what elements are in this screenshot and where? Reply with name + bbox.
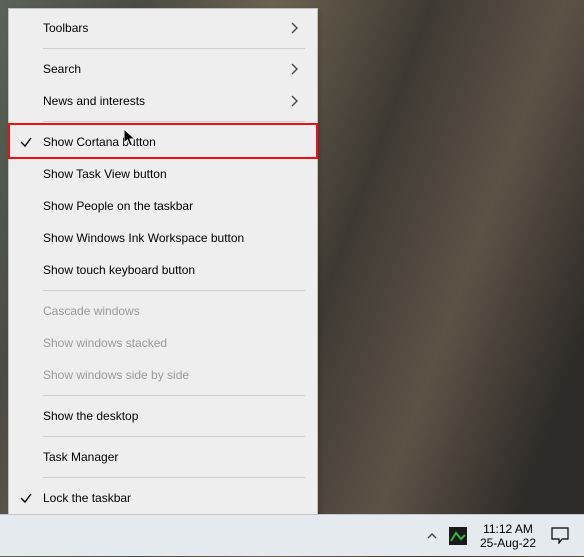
- menu-item-label: Show windows stacked: [43, 336, 283, 350]
- menu-item-label: Search: [43, 62, 283, 76]
- menu-item-label: Show People on the taskbar: [43, 199, 283, 213]
- taskbar-time: 11:12 AM: [480, 522, 536, 536]
- menu-item-label: Lock the taskbar: [43, 491, 283, 505]
- chevron-right-icon: [283, 63, 305, 75]
- check-icon: [9, 135, 43, 149]
- menu-item-show-people-on-the-taskbar[interactable]: Show People on the taskbar: [9, 190, 317, 222]
- menu-item-label: Cascade windows: [43, 304, 283, 318]
- taskbar: 11:12 AM 25-Aug-22: [0, 514, 584, 556]
- menu-item-label: News and interests: [43, 94, 283, 108]
- menu-item-label: Show windows side by side: [43, 368, 283, 382]
- menu-item-show-task-view-button[interactable]: Show Task View button: [9, 158, 317, 190]
- action-center-icon[interactable]: [546, 515, 574, 557]
- menu-item-toolbars[interactable]: Toolbars: [9, 12, 317, 44]
- menu-item-label: Task Manager: [43, 450, 283, 464]
- tray-chevron-icon[interactable]: [420, 515, 444, 557]
- menu-separator: [43, 395, 305, 396]
- menu-separator: [43, 477, 305, 478]
- menu-item-show-windows-stacked: Show windows stacked: [9, 327, 317, 359]
- tray-app-icon[interactable]: [446, 515, 470, 557]
- menu-item-label: Show the desktop: [43, 409, 283, 423]
- menu-item-show-cortana-button[interactable]: Show Cortana button: [9, 126, 317, 158]
- menu-item-show-windows-side-by-side: Show windows side by side: [9, 359, 317, 391]
- menu-separator: [43, 436, 305, 437]
- menu-item-label: Show Task View button: [43, 167, 283, 181]
- menu-item-search[interactable]: Search: [9, 53, 317, 85]
- menu-item-label: Show Windows Ink Workspace button: [43, 231, 283, 245]
- menu-separator: [43, 48, 305, 49]
- check-icon: [9, 491, 43, 505]
- menu-separator: [43, 121, 305, 122]
- menu-item-task-manager[interactable]: Task Manager: [9, 441, 317, 473]
- menu-separator: [43, 290, 305, 291]
- taskbar-context-menu: Toolbars Search News and interests Show Cor…: [8, 8, 318, 550]
- taskbar-clock[interactable]: 11:12 AM 25-Aug-22: [472, 522, 544, 550]
- menu-item-label: Show touch keyboard button: [43, 263, 283, 277]
- menu-item-label: Show Cortana button: [43, 135, 283, 149]
- menu-item-news-and-interests[interactable]: News and interests: [9, 85, 317, 117]
- menu-item-lock-the-taskbar[interactable]: Lock the taskbar: [9, 482, 317, 514]
- menu-item-show-the-desktop[interactable]: Show the desktop: [9, 400, 317, 432]
- taskbar-date: 25-Aug-22: [480, 536, 536, 550]
- menu-item-label: Toolbars: [43, 21, 283, 35]
- menu-item-show-windows-ink-workspace-button[interactable]: Show Windows Ink Workspace button: [9, 222, 317, 254]
- menu-item-show-touch-keyboard-button[interactable]: Show touch keyboard button: [9, 254, 317, 286]
- menu-item-cascade-windows: Cascade windows: [9, 295, 317, 327]
- chevron-right-icon: [283, 22, 305, 34]
- chevron-right-icon: [283, 95, 305, 107]
